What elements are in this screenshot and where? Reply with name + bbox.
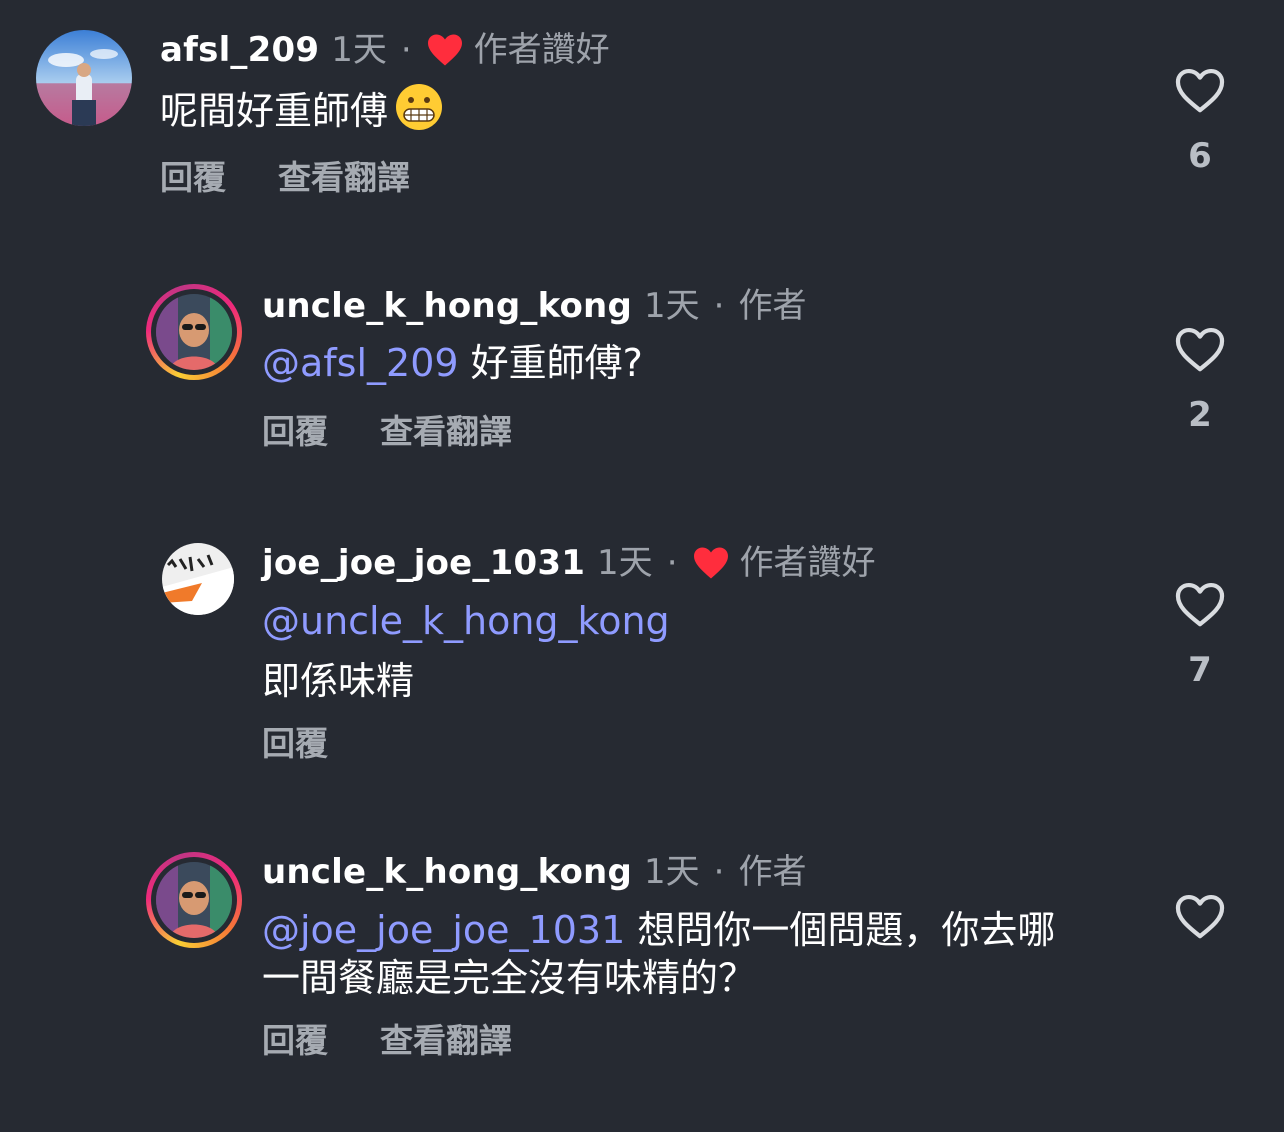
separator-dot: · <box>713 852 725 892</box>
like-column <box>1170 894 1230 962</box>
comment-item: uncle_k_hong_kong 1天 · 作者 @joe_joe_joe_1… <box>0 0 1284 1132</box>
mention-link[interactable]: @joe_joe_joe_1031 <box>262 908 625 952</box>
reply-button[interactable]: 回覆 <box>262 1021 328 1061</box>
timestamp: 1天 <box>644 852 700 892</box>
comment-actions: 回覆 查看翻譯 <box>262 1021 512 1061</box>
heart-outline-icon[interactable] <box>1174 894 1226 940</box>
author-label: 作者 <box>738 852 807 892</box>
avatar[interactable] <box>156 862 232 938</box>
avatar-photo <box>156 862 232 938</box>
comment-text: @joe_joe_joe_1031 想問你一個問題，你去哪 <box>262 905 1055 955</box>
username[interactable]: uncle_k_hong_kong <box>262 850 632 894</box>
comment-text-line-1: 想問你一個問題，你去哪 <box>625 908 1056 952</box>
comment-text-line-2: 一間餐廳是完全沒有味精的？ <box>262 956 757 1000</box>
see-translation-button[interactable]: 查看翻譯 <box>380 1021 512 1061</box>
